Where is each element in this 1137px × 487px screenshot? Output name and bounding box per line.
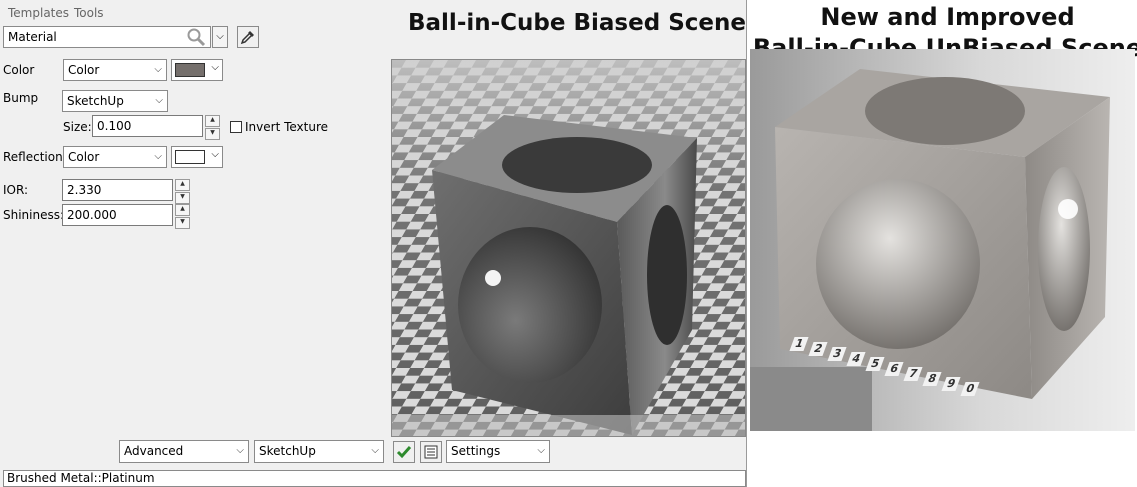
floor-number-tile: 8 [922,372,942,386]
color-swatch-picker[interactable]: ⌵ [171,59,223,81]
reflection-label: Reflection [3,150,63,164]
floor-number-tile: 6 [884,362,904,376]
floor-number-tile: 3 [827,347,847,361]
floor-number-tile: 7 [903,367,923,381]
material-editor-panel: Templates Tools Material ⌵ Color Color ⌵ … [0,0,746,487]
eyedropper-button[interactable] [237,26,259,48]
chevron-down-icon: ⌵ [155,95,163,106]
advanced-select-value: Advanced [124,444,184,458]
biased-scene-title: Ball-in-Cube Biased Scene [408,10,746,36]
chevron-down-icon: ⌵ [211,62,219,73]
chevron-down-icon: ⌵ [216,31,224,42]
floor-number-tile: 1 [789,337,809,351]
material-select[interactable]: Material [3,26,211,48]
shininess-field[interactable]: 200.000 [62,204,173,226]
bump-mode-select[interactable]: SketchUp ⌵ [62,90,168,112]
reflection-swatch [175,150,205,164]
floor-number-tile: 9 [941,377,961,391]
invert-texture-label: Invert Texture [245,120,329,134]
bump-size-field[interactable]: 0.100 [92,115,203,137]
menu-templates[interactable]: Templates [8,6,69,20]
chevron-down-icon: ⌵ [537,445,545,456]
renderer-select-value: SketchUp [259,444,316,458]
document-button[interactable] [420,441,442,463]
renderer-select[interactable]: SketchUp ⌵ [254,440,384,463]
eyedropper-icon [240,31,254,45]
color-mode-value: Color [68,63,100,77]
shininess-stepper[interactable]: ▲ ▼ [175,204,190,229]
chevron-down-icon: ⌵ [211,149,219,160]
ior-field[interactable]: 2.330 [62,179,173,201]
bump-size-value: 0.100 [97,119,132,133]
apply-button[interactable] [393,441,415,463]
unbiased-title-line1: New and Improved [820,3,1075,31]
floor-number-strip: 1234567890 [789,337,1042,417]
chevron-up-icon[interactable]: ▲ [175,204,190,216]
advanced-select[interactable]: Advanced ⌵ [119,440,249,463]
bump-size-label: Size: [63,120,92,134]
color-swatch [175,63,205,77]
chevron-down-icon[interactable]: ▼ [205,128,220,140]
ior-label: IOR: [3,183,28,197]
chevron-down-icon[interactable]: ▼ [175,192,190,204]
bump-mode-value: SketchUp [67,94,124,108]
shininess-value: 200.000 [67,208,117,222]
chevron-up-icon[interactable]: ▲ [205,115,220,127]
material-select-value: Material [8,30,57,44]
floor-number-tile: 5 [865,357,885,371]
ior-stepper[interactable]: ▲ ▼ [175,179,190,204]
floor-number-tile: 4 [846,352,866,366]
bump-size-stepper[interactable]: ▲ ▼ [205,115,220,140]
settings-select[interactable]: Settings ⌵ [446,440,550,463]
bump-label: Bump [3,91,39,105]
invert-texture-checkbox[interactable] [230,121,242,133]
ior-value: 2.330 [67,183,102,197]
chevron-down-icon[interactable]: ▼ [175,217,190,229]
menu-tools[interactable]: Tools [74,6,104,20]
reflection-mode-select[interactable]: Color ⌵ [63,146,167,168]
checkmark-icon [396,446,412,459]
reflection-swatch-picker[interactable]: ⌵ [171,146,223,168]
chevron-down-icon: ⌵ [154,151,162,162]
search-icon[interactable] [186,27,206,47]
chevron-up-icon[interactable]: ▲ [175,179,190,191]
document-list-icon [424,445,438,459]
floor-number-tile: 2 [808,342,828,356]
status-text: Brushed Metal::Platinum [7,471,155,485]
panel-divider [746,0,747,487]
chevron-down-icon: ⌵ [236,445,244,456]
settings-select-value: Settings [451,444,501,458]
reflection-mode-value: Color [68,150,100,164]
biased-render-preview [391,59,746,437]
floor-number-tile: 0 [960,382,980,396]
shininess-label: Shininess: [3,208,65,222]
unbiased-render-image: 1234567890 [750,49,1135,431]
chevron-down-icon: ⌵ [371,445,379,456]
chevron-down-icon: ⌵ [154,64,162,75]
material-dropdown-button[interactable]: ⌵ [212,26,228,48]
color-mode-select[interactable]: Color ⌵ [63,59,167,81]
color-label: Color [3,63,35,77]
status-bar: Brushed Metal::Platinum [3,470,746,487]
